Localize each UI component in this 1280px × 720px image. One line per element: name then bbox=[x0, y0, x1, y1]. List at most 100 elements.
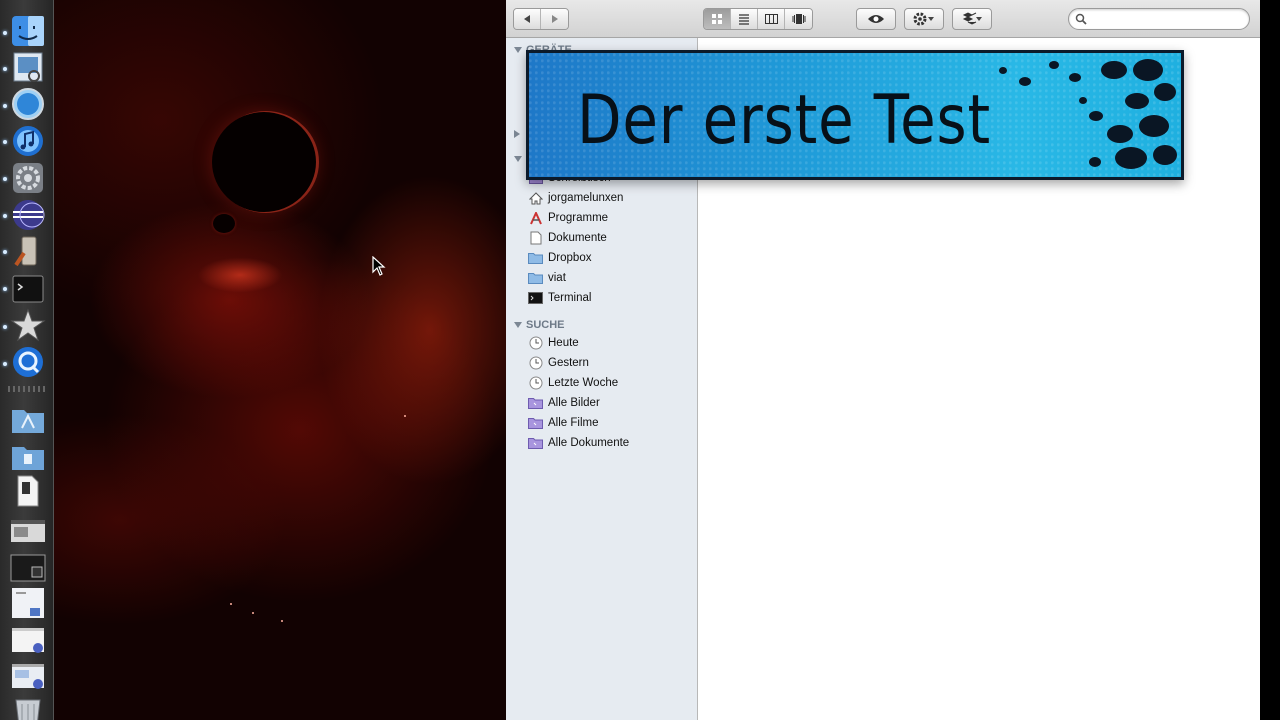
finder-toolbar bbox=[506, 0, 1260, 38]
eye-icon bbox=[868, 15, 884, 23]
cover-flow-view-icon[interactable] bbox=[785, 9, 812, 29]
nav-buttons bbox=[513, 8, 569, 30]
imovie-icon[interactable] bbox=[10, 308, 46, 342]
sidebar-item-home[interactable]: jorgamelunxen bbox=[528, 189, 693, 207]
disclosure-triangle-icon bbox=[514, 130, 520, 138]
ink-blot bbox=[1107, 125, 1133, 143]
window-thumb-icon[interactable] bbox=[10, 624, 46, 658]
clock-icon bbox=[528, 376, 543, 390]
disclosure-triangle-icon bbox=[514, 322, 522, 328]
sidebar-section-favorites[interactable] bbox=[514, 152, 522, 166]
script-editor-icon[interactable] bbox=[10, 235, 46, 269]
sidebar-section-collapsed[interactable] bbox=[514, 127, 520, 141]
sidebar-item-dropbox[interactable]: Dropbox bbox=[528, 249, 693, 267]
running-indicator bbox=[3, 31, 7, 35]
sidebar-item-viat[interactable]: viat bbox=[528, 269, 693, 287]
dropbox-menu-button[interactable] bbox=[952, 8, 992, 30]
sidebar-item-letzte-woche[interactable]: Letzte Woche bbox=[528, 374, 693, 392]
terminal-icon[interactable] bbox=[10, 272, 46, 306]
gear-icon bbox=[913, 12, 934, 26]
quicklook-button[interactable] bbox=[856, 8, 896, 30]
dock-separator bbox=[8, 386, 48, 392]
column-view-icon[interactable] bbox=[758, 9, 785, 29]
image-thumb-icon[interactable] bbox=[10, 586, 46, 620]
clock-icon bbox=[528, 336, 543, 350]
search-field[interactable] bbox=[1068, 8, 1250, 30]
running-indicator bbox=[3, 287, 7, 291]
ink-blot bbox=[1115, 147, 1147, 169]
ink-blot bbox=[1049, 61, 1059, 69]
star bbox=[281, 620, 283, 622]
ink-blot bbox=[1089, 157, 1101, 167]
ink-blot bbox=[1133, 59, 1163, 81]
finder-icon[interactable] bbox=[10, 14, 46, 48]
folder-icon bbox=[528, 271, 543, 285]
list-view-icon[interactable] bbox=[731, 9, 758, 29]
clock-icon bbox=[528, 356, 543, 370]
smart-folder-icon bbox=[528, 436, 543, 450]
star bbox=[252, 612, 254, 614]
system-preferences-icon[interactable] bbox=[10, 161, 46, 195]
mouse-cursor-icon bbox=[372, 256, 386, 276]
sidebar-item-programme[interactable]: Programme bbox=[528, 209, 693, 227]
ink-blot bbox=[1139, 115, 1169, 137]
sidebar-item-alle-bilder[interactable]: Alle Bilder bbox=[528, 394, 693, 412]
ink-blot bbox=[1125, 93, 1149, 109]
home-icon bbox=[528, 191, 543, 205]
dock bbox=[0, 0, 54, 720]
running-indicator bbox=[3, 250, 7, 254]
sidebar-item-gestern[interactable]: Gestern bbox=[528, 354, 693, 372]
sidebar-item-dokumente[interactable]: Dokumente bbox=[528, 229, 693, 247]
applications-stack-icon[interactable] bbox=[10, 402, 46, 436]
folder-icon bbox=[528, 251, 543, 265]
document-icon bbox=[528, 231, 543, 245]
itunes-icon[interactable] bbox=[10, 124, 46, 158]
eclipse-icon[interactable] bbox=[10, 198, 46, 232]
file-icon[interactable] bbox=[10, 474, 46, 508]
search-input[interactable] bbox=[1093, 11, 1243, 27]
window-thumb-icon[interactable] bbox=[10, 660, 46, 694]
safari-icon[interactable] bbox=[10, 87, 46, 121]
disclosure-triangle-icon bbox=[514, 47, 522, 53]
ink-blot bbox=[1101, 61, 1127, 79]
moon-graphic bbox=[213, 214, 235, 233]
sidebar-item-terminal[interactable]: Terminal bbox=[528, 289, 693, 307]
icon-view-icon[interactable] bbox=[704, 9, 731, 29]
running-indicator bbox=[3, 362, 7, 366]
search-icon bbox=[1075, 13, 1087, 25]
running-indicator bbox=[3, 325, 7, 329]
back-arrow-icon[interactable] bbox=[514, 9, 541, 29]
documents-stack-icon[interactable] bbox=[10, 439, 46, 473]
desktop-wallpaper bbox=[0, 0, 506, 720]
terminal-icon bbox=[528, 291, 543, 305]
action-menu-button[interactable] bbox=[904, 8, 944, 30]
window-thumb-icon[interactable] bbox=[10, 551, 46, 585]
banner-title: Der erste Test bbox=[577, 81, 991, 160]
preview-icon[interactable] bbox=[10, 50, 46, 84]
ink-blot bbox=[1079, 97, 1087, 104]
star bbox=[404, 415, 406, 417]
applications-icon bbox=[528, 211, 543, 225]
screenshot-thumb-icon[interactable] bbox=[10, 514, 46, 548]
dropbox-icon bbox=[962, 12, 982, 25]
quicktime-icon[interactable] bbox=[10, 345, 46, 379]
ink-blot bbox=[1019, 77, 1031, 86]
running-indicator bbox=[3, 214, 7, 218]
ink-blot bbox=[1069, 73, 1081, 82]
running-indicator bbox=[3, 67, 7, 71]
running-indicator bbox=[3, 177, 7, 181]
ink-blot bbox=[999, 67, 1007, 74]
smart-folder-icon bbox=[528, 416, 543, 430]
disclosure-triangle-icon bbox=[514, 156, 522, 162]
running-indicator bbox=[3, 104, 7, 108]
smart-folder-icon bbox=[528, 396, 543, 410]
sidebar-item-heute[interactable]: Heute bbox=[528, 334, 693, 352]
ink-blot bbox=[1153, 145, 1177, 165]
sidebar-item-alle-dokumente[interactable]: Alle Dokumente bbox=[528, 434, 693, 452]
trash-icon[interactable] bbox=[10, 694, 46, 720]
sidebar-item-alle-filme[interactable]: Alle Filme bbox=[528, 414, 693, 432]
sidebar-section-search[interactable]: SUCHE bbox=[514, 318, 565, 332]
planet-graphic bbox=[212, 112, 316, 212]
title-banner: Der erste Test bbox=[526, 50, 1184, 180]
forward-arrow-icon[interactable] bbox=[541, 9, 568, 29]
